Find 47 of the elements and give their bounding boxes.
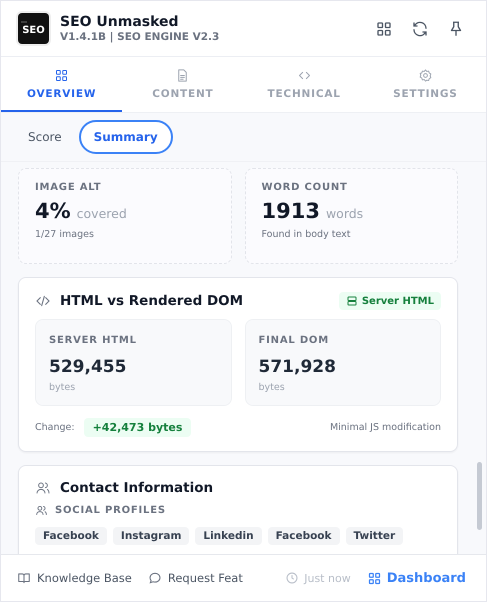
change-value: +42,473 bytes xyxy=(84,418,192,437)
section-label: SOCIAL PROFILES xyxy=(55,505,166,516)
updated-time: Just now xyxy=(304,572,351,584)
stat-value: 1913 xyxy=(262,199,320,223)
profile-tag[interactable]: Facebook xyxy=(35,527,107,545)
stat-unit: covered xyxy=(76,206,127,221)
code-icon xyxy=(35,293,51,309)
chat-bubble-icon xyxy=(148,571,162,585)
panel-label: SERVER HTML xyxy=(49,335,138,346)
stat-note: Found in body text xyxy=(262,229,352,240)
settings-icon xyxy=(418,68,433,82)
subtab[interactable]: Score xyxy=(15,122,75,152)
stat-note: 1/27 images xyxy=(35,229,95,240)
panel-value: 571,928 xyxy=(258,357,337,377)
app-logo: SEO xyxy=(18,13,49,44)
stat-value: 4% xyxy=(35,199,71,223)
footer-link[interactable]: Knowledge Base xyxy=(17,571,132,585)
profile-tag[interactable]: Twitter xyxy=(346,527,404,545)
card-title: HTML vs Rendered DOM xyxy=(60,293,244,309)
panel-unit: bytes xyxy=(49,382,76,393)
panel-value: 529,455 xyxy=(49,357,128,377)
grid-icon[interactable] xyxy=(375,20,393,38)
people-icon xyxy=(35,480,51,496)
footer-link[interactable]: Request Feat xyxy=(148,571,243,585)
book-icon xyxy=(17,571,31,585)
panel-label: FINAL DOM xyxy=(258,335,330,346)
server-icon xyxy=(346,295,358,307)
badge-label: Server HTML xyxy=(362,296,434,306)
change-label: Change: xyxy=(35,422,75,433)
stat-label: WORD COUNT xyxy=(262,182,349,193)
grid-icon xyxy=(54,68,70,82)
stat-unit: words xyxy=(326,206,364,221)
profile-tag[interactable]: Instagram xyxy=(112,527,190,545)
profile-tag[interactable]: Linkedin xyxy=(195,527,262,545)
subtab[interactable]: Summary xyxy=(78,120,173,154)
dashboard-link[interactable]: Dashboard xyxy=(366,570,466,586)
clock-icon xyxy=(285,571,300,585)
change-note: Minimal JS modification xyxy=(330,422,441,433)
people-icon xyxy=(35,504,48,517)
app-title: SEO Unmasked xyxy=(60,14,180,30)
version-text: V1.4.1B | SEO ENGINE V2.3 xyxy=(60,31,220,43)
panel-unit: bytes xyxy=(258,382,286,393)
grid-icon xyxy=(366,570,382,586)
stat-label: IMAGE ALT xyxy=(35,182,102,193)
card-title: Contact Information xyxy=(60,480,214,496)
refresh-icon[interactable] xyxy=(411,20,429,38)
profile-tag[interactable]: Facebook xyxy=(268,527,340,545)
